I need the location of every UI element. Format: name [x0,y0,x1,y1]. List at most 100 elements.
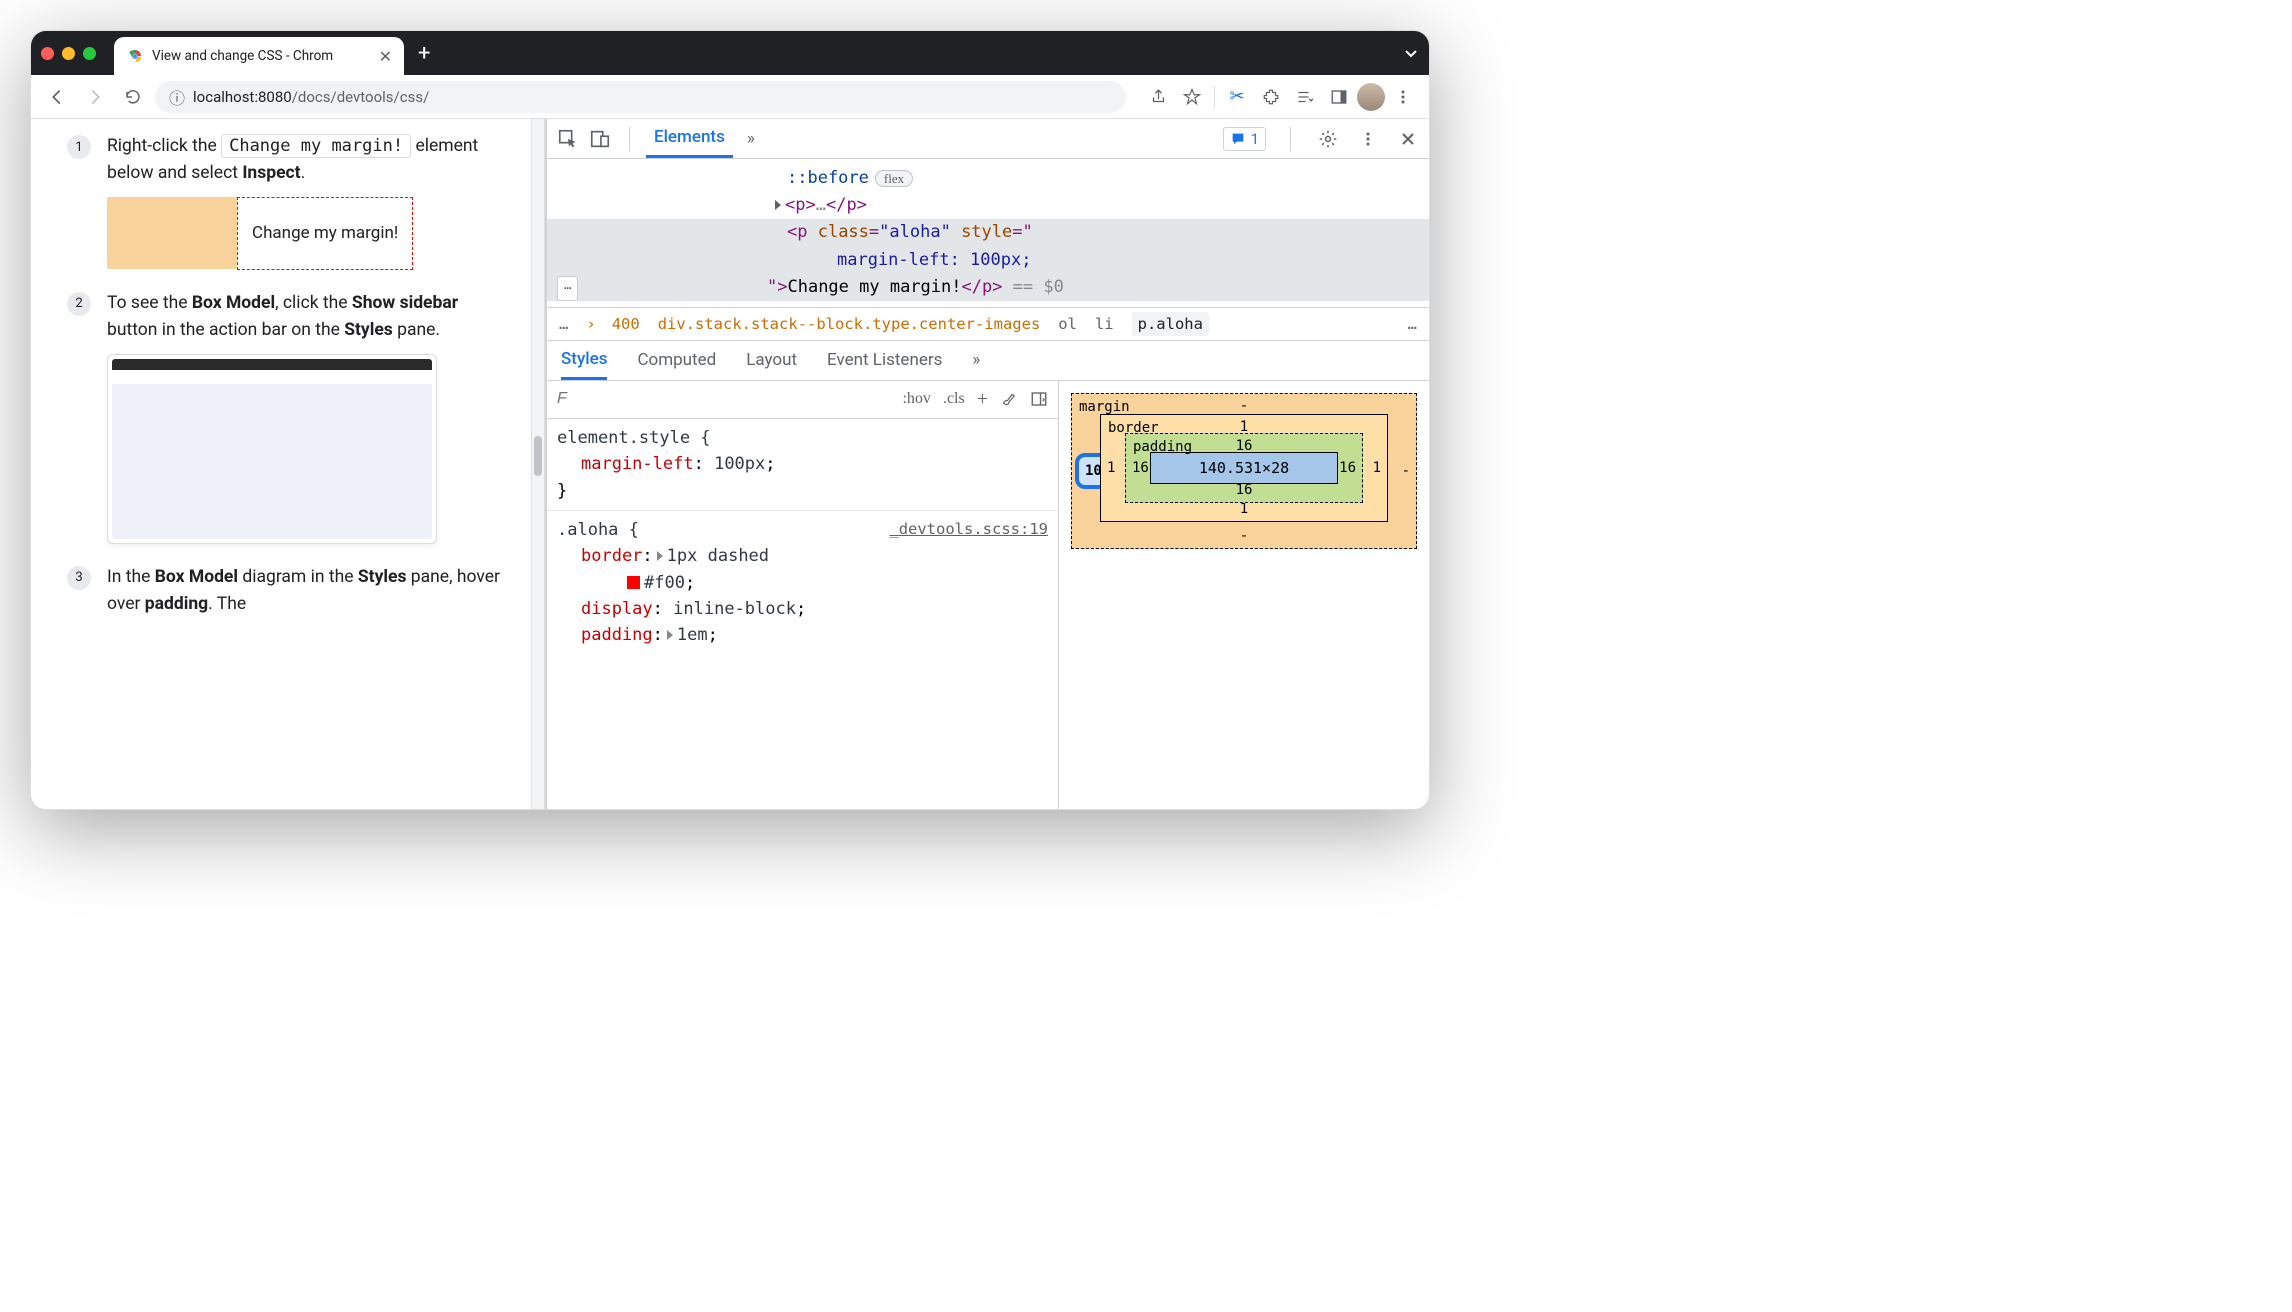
tab-title: View and change CSS - Chrom [152,48,371,64]
step-text: Right-click the [107,136,221,156]
page-scrollbar[interactable] [531,119,545,809]
tab-layout[interactable]: Layout [746,350,797,370]
step-bold: padding [145,594,208,614]
crumb-ellipsis[interactable]: … [1408,315,1417,333]
css-value[interactable]: 1px dashed [667,546,769,566]
css-value[interactable]: inline-block [673,599,796,619]
border-right-value[interactable]: 1 [1373,460,1381,476]
box-model-border[interactable]: border 1 1 1 1 padding 16 16 16 16 [1100,414,1388,522]
expand-triangle-icon[interactable] [657,551,663,561]
address-bar[interactable]: ⓘ localhost:8080/docs/devtools/css/ [155,81,1126,113]
dom-before-pseudo[interactable]: ::beforeflex [547,165,1429,192]
paint-brush-icon[interactable] [1000,390,1018,408]
expand-triangle-icon[interactable] [775,200,781,210]
tabs-overflow-button[interactable]: » [739,119,763,158]
box-model-diagram[interactable]: margin - - - 100 border 1 1 1 1 paddin [1059,381,1429,809]
box-model-margin[interactable]: margin - - - 100 border 1 1 1 1 paddin [1071,393,1417,549]
devtools-panel: Elements » 1 ::beforeflex <p>…</p> <p cl… [545,119,1429,809]
bookmark-button[interactable] [1176,81,1208,113]
show-sidebar-button[interactable] [1030,390,1048,408]
css-property[interactable]: border [581,546,642,566]
tab-event-listeners[interactable]: Event Listeners [827,350,942,370]
step-1: 1 Right-click the Change my margin! elem… [67,133,511,270]
margin-top-value[interactable]: - [1240,398,1248,414]
styles-rules-panel: :hov .cls + element.style { margin-left:… [547,381,1059,809]
url-host: localhost: [193,88,258,106]
profile-avatar[interactable] [1357,83,1385,111]
css-property[interactable]: display [581,599,653,619]
step-bold: Show sidebar [352,293,458,313]
aloha-rule[interactable]: _devtools.scss:19 .aloha { border:1px da… [547,511,1058,655]
issues-button[interactable]: 1 [1223,127,1266,151]
dom-selected-p[interactable]: <p class="aloha" style=" [547,219,1429,246]
padding-left-value[interactable]: 16 [1132,460,1149,476]
back-button[interactable] [41,81,73,113]
maximize-window-button[interactable] [83,47,96,60]
step-text: . The [208,594,246,614]
box-model-content[interactable]: 140.531×28 [1150,452,1338,484]
crumb-ellipsis[interactable]: … [559,315,568,333]
tab-elements[interactable]: Elements [646,119,733,158]
styles-tabs-overflow[interactable]: » [972,350,980,370]
new-style-rule-button[interactable]: + [977,388,988,411]
minimize-window-button[interactable] [62,47,75,60]
extensions-button[interactable] [1255,81,1287,113]
color-swatch[interactable] [627,576,640,589]
reload-button[interactable] [117,81,149,113]
side-panel-button[interactable] [1323,81,1355,113]
new-tab-button[interactable]: + [418,41,430,66]
margin-bottom-value[interactable]: - [1240,528,1248,544]
close-window-button[interactable] [41,47,54,60]
css-property[interactable]: margin-left [581,454,694,474]
padding-right-value[interactable]: 16 [1339,460,1356,476]
share-button[interactable] [1142,81,1174,113]
inspect-element-button[interactable] [555,126,581,152]
box-model-padding[interactable]: padding 16 16 16 16 140.531×28 [1125,433,1363,503]
site-info-icon[interactable]: ⓘ [169,85,185,109]
crumb-item[interactable]: 400 [612,315,640,333]
rule-source-link[interactable]: _devtools.scss:19 [889,517,1048,541]
chrome-menu-button[interactable] [1387,81,1419,113]
step-number: 1 [67,135,91,159]
element-style-rule[interactable]: element.style { margin-left: 100px; } [547,419,1058,511]
device-toolbar-button[interactable] [587,126,613,152]
border-left-value[interactable]: 1 [1107,460,1115,476]
browser-tab[interactable]: View and change CSS - Chrom ✕ [114,37,404,75]
chrome-window: View and change CSS - Chrom ✕ + ⓘ localh… [30,30,1430,810]
crumb-item[interactable]: div.stack.stack--block.type.center-image… [658,315,1041,333]
forward-button[interactable] [79,81,111,113]
flex-badge[interactable]: flex [875,170,913,187]
reading-list-button[interactable] [1289,81,1321,113]
change-my-margin-element[interactable]: Change my margin! [237,197,413,269]
cls-button[interactable]: .cls [943,390,965,408]
dom-breadcrumb[interactable]: … › 400 div.stack.stack--block.type.cent… [547,307,1429,341]
dom-style-line[interactable]: margin-left: 100px; [547,247,1429,274]
dom-tree[interactable]: ::beforeflex <p>…</p> <p class="aloha" s… [547,159,1429,307]
scissors-icon[interactable]: ✂ [1221,81,1253,113]
css-property[interactable]: padding [581,625,653,645]
css-value[interactable]: 1em [677,625,708,645]
crumb-item[interactable]: ol [1058,315,1077,333]
devtools-menu-button[interactable] [1355,126,1381,152]
dom-hidden-ancestors[interactable]: ⋯ [557,276,578,301]
tab-styles[interactable]: Styles [561,341,607,380]
crumb-selected[interactable]: p.aloha [1132,312,1209,336]
styles-filter-input[interactable] [557,390,617,408]
border-bottom-value[interactable]: 1 [1240,501,1248,517]
hov-button[interactable]: :hov [902,390,930,408]
dom-collapsed-p[interactable]: <p>…</p> [547,192,1429,219]
padding-top-value[interactable]: 16 [1236,438,1253,454]
close-devtools-button[interactable] [1395,126,1421,152]
crumb-item[interactable]: li [1095,315,1114,333]
step-bold: Styles [344,320,393,340]
css-value[interactable]: #f00 [644,573,685,593]
css-value[interactable]: 100px [714,454,765,474]
expand-triangle-icon[interactable] [667,630,673,640]
tab-computed[interactable]: Computed [637,350,716,370]
settings-button[interactable] [1315,126,1341,152]
dom-p-close[interactable]: ">Change my margin!</p> == $0 [547,274,1429,301]
padding-bottom-value[interactable]: 16 [1236,482,1253,498]
tab-close-button[interactable]: ✕ [379,47,392,66]
tabs-dropdown-button[interactable] [1403,45,1419,61]
margin-right-value[interactable]: - [1402,463,1410,479]
